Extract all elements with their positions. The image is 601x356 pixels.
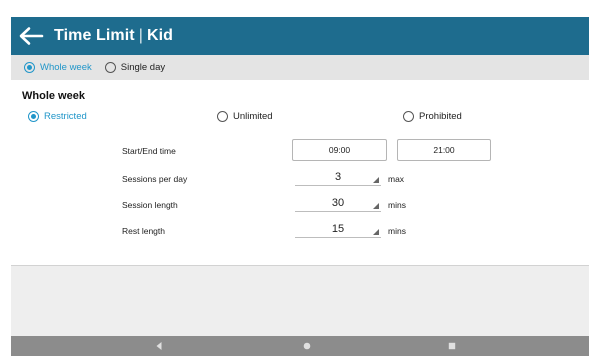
start-time-field[interactable]: 09:00	[292, 139, 387, 161]
radio-unlimited[interactable]: Unlimited	[217, 111, 273, 122]
radio-whole-week[interactable]: Whole week	[24, 62, 92, 73]
profile-name: Kid	[146, 27, 174, 44]
radio-label: Unlimited	[233, 111, 273, 122]
rest-length-value: 15	[331, 223, 345, 235]
sessions-per-day-label: Sessions per day	[122, 174, 188, 184]
page-title-text: Time Limit	[54, 27, 135, 44]
empty-panel	[11, 266, 589, 336]
nav-recents-icon[interactable]	[446, 340, 458, 352]
radio-label: Restricted	[44, 111, 87, 122]
limit-type-selector: Restricted Unlimited Prohibited	[11, 111, 589, 125]
radio-restricted[interactable]: Restricted	[28, 111, 87, 122]
dropdown-corner-icon	[373, 203, 379, 209]
sessions-per-day-unit: max	[388, 174, 405, 184]
mode-selector: Whole week Single day	[11, 55, 589, 80]
system-nav-bar	[11, 336, 589, 356]
radio-label: Prohibited	[419, 111, 462, 122]
section-title: Whole week	[22, 90, 85, 102]
nav-home-icon[interactable]	[301, 340, 313, 352]
rest-length-spinner[interactable]: 15	[295, 221, 381, 238]
session-length-spinner[interactable]: 30	[295, 195, 381, 212]
page-title: Time Limit | Kid	[54, 27, 173, 45]
dropdown-corner-icon	[373, 177, 379, 183]
radio-selected-icon	[28, 111, 39, 122]
sessions-per-day-value: 3	[334, 171, 342, 183]
radio-selected-icon	[24, 62, 35, 73]
radio-unselected-icon	[403, 111, 414, 122]
dropdown-corner-icon	[373, 229, 379, 235]
app-bar: Time Limit | Kid	[11, 17, 589, 55]
arrow-left-icon[interactable]	[18, 26, 44, 46]
session-length-label: Session length	[122, 200, 178, 210]
session-length-unit: mins	[388, 200, 406, 210]
title-separator: |	[138, 27, 143, 44]
radio-single-day[interactable]: Single day	[104, 62, 166, 73]
end-time-field[interactable]: 21:00	[397, 139, 491, 161]
rest-length-label: Rest length	[122, 226, 165, 236]
app-window: Time Limit | Kid Whole week Single day Who…	[11, 17, 589, 356]
sessions-per-day-spinner[interactable]: 3	[295, 169, 381, 186]
rest-length-unit: mins	[388, 226, 406, 236]
radio-prohibited[interactable]: Prohibited	[403, 111, 462, 122]
radio-label: Whole week	[40, 62, 92, 73]
nav-back-icon[interactable]	[153, 340, 165, 352]
radio-label: Single day	[120, 62, 166, 73]
radio-unselected-icon	[104, 62, 116, 73]
radio-unselected-icon	[217, 111, 228, 122]
session-length-value: 30	[331, 197, 345, 209]
start-end-time-label: Start/End time	[122, 146, 176, 156]
